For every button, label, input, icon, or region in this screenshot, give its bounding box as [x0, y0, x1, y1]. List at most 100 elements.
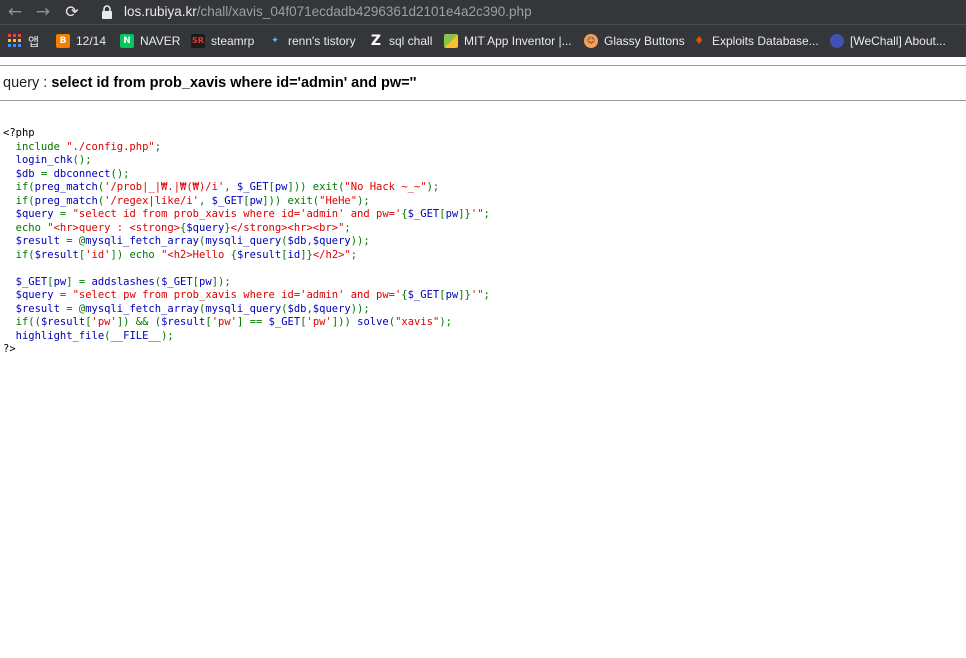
bookmark-label: steamrp [211, 34, 255, 48]
code-token: mysqli_query [205, 235, 282, 247]
query-sql: select id from prob_xavis where id='admi… [51, 75, 417, 91]
code-token: , [224, 181, 237, 193]
code-token: ]) && ( [116, 316, 162, 328]
code-token: ?> [3, 343, 16, 355]
bookmark-label: Glassy Buttons [604, 34, 685, 48]
forward-icon[interactable]: → [32, 2, 54, 22]
code-line: if($result['id']) echo "<h2>Hello {$resu… [3, 249, 490, 263]
code-token: pw [199, 275, 212, 288]
reload-icon[interactable]: ⟳ [61, 2, 83, 22]
code-token: $query [312, 235, 351, 247]
code-token: $db [287, 302, 307, 315]
bookmark-apps[interactable]: 앱 [8, 25, 39, 57]
code-token: if( [3, 181, 35, 193]
code-token: ]) echo [110, 248, 162, 261]
code-token: </strong><hr><br>" [230, 221, 345, 234]
bookmark-naver[interactable]: N NAVER [120, 25, 180, 57]
code-token: if( [3, 194, 35, 207]
code-token: $db [3, 167, 41, 180]
bookmark-sql-chall[interactable]: Z sql chall [369, 25, 432, 57]
code-line: $_GET[pw] = addslashes($_GET[pw]); [3, 276, 490, 290]
code-token: = [59, 289, 73, 301]
bookmark-exploit-db[interactable]: ♦ Exploits Database... [692, 25, 819, 57]
bottom-divider [0, 100, 966, 101]
code-line: $query = "select id from prob_xavis wher… [3, 208, 490, 222]
glassy-buttons-icon: ☺ [584, 34, 598, 48]
browser-address-bar: ← → ⟳ los.rubiya.kr/chall/xavis_04f071ec… [0, 0, 966, 24]
bookmark-label: [WeChall] About... [850, 34, 946, 48]
code-token: "select id from prob_xavis where id='adm… [72, 208, 402, 220]
code-token: 'pw' [211, 316, 237, 328]
code-token: addslashes [91, 275, 155, 288]
code-token: $_GET [407, 208, 440, 220]
code-token: $result [161, 316, 206, 328]
code-token: "No Hack ~_~" [344, 181, 427, 193]
code-line: <?php [3, 127, 490, 141]
code-token: mysqli_fetch_array [85, 235, 199, 247]
lock-icon [102, 5, 112, 19]
bookmark-wechall[interactable]: [WeChall] About... [830, 25, 946, 57]
code-token: ; [483, 289, 490, 301]
bookmark-label: MIT App Inventor |... [464, 34, 572, 48]
code-token: )); [350, 302, 370, 315]
code-line: $result = @mysqli_fetch_array(mysqli_que… [3, 303, 490, 317]
code-token: ]} [458, 289, 471, 301]
code-token: = [40, 167, 54, 180]
z-icon: Z [370, 33, 382, 49]
code-token: = [59, 208, 73, 220]
code-token: mysqli_query [205, 302, 282, 315]
code-token: pw [53, 275, 67, 288]
bookmark-app-inventor[interactable]: MIT App Inventor |... [444, 25, 572, 57]
code-token: ])) exit( [262, 194, 320, 207]
code-token: (); [72, 154, 92, 166]
back-icon[interactable]: ← [4, 2, 26, 22]
code-token: include [3, 140, 67, 153]
code-token: '/prob|_|₩.|₩(₩)/i' [104, 181, 225, 193]
bookmarks-bar: 앱 B 12/14 N NAVER SR steamrp ✦ renn's ti… [0, 24, 966, 57]
code-token: '/regex|like/i' [104, 194, 199, 207]
bookmark-steamrp[interactable]: SR steamrp [191, 25, 254, 57]
code-token: "./config.php" [66, 140, 155, 153]
code-token: pw [249, 194, 263, 207]
code-token: if(( [3, 316, 41, 328]
code-token: ); [161, 329, 174, 342]
code-token: dbconnect [53, 167, 111, 180]
tistory-icon: ✦ [271, 36, 279, 46]
query-label: query : [3, 75, 52, 91]
code-token: 'id' [85, 248, 111, 261]
bookmark-label: Exploits Database... [712, 34, 819, 48]
code-token: $_GET [407, 289, 440, 301]
code-token: $result [40, 316, 86, 328]
bookmark-glassy-buttons[interactable]: ☺ Glassy Buttons [584, 25, 685, 57]
code-token: '" [470, 208, 484, 220]
code-token: ])) exit( [287, 181, 345, 193]
code-line: highlight_file(__FILE__); [3, 330, 490, 344]
code-token: )); [350, 235, 370, 247]
url-field[interactable]: los.rubiya.kr/chall/xavis_04f071ecdadb42… [124, 4, 532, 20]
url-path: /chall/xavis_04f071ecdadb4296361d2101e4a… [196, 4, 532, 19]
bookmark-blogger[interactable]: B 12/14 [56, 25, 106, 57]
code-token: pw [274, 181, 288, 193]
code-token: mysqli_fetch_array [85, 302, 199, 315]
code-token: "<h2>Hello [161, 248, 231, 261]
code-line: $query = "select pw from prob_xavis wher… [3, 289, 490, 303]
bookmark-tistory[interactable]: ✦ renn's tistory [268, 25, 355, 57]
code-line: $result = @mysqli_fetch_array(mysqli_que… [3, 235, 490, 249]
code-line: if(($result['pw']) && ($result['pw'] == … [3, 316, 490, 330]
code-token: '" [470, 289, 484, 301]
code-line: ?> [3, 343, 490, 357]
code-token: ); [439, 316, 452, 328]
code-token: $query [312, 302, 351, 315]
code-token: $query [3, 289, 60, 301]
code-token: ; [344, 221, 351, 234]
code-token: 'pw' [91, 316, 117, 328]
wechall-icon [830, 34, 844, 48]
code-token: ; [483, 208, 490, 220]
code-token: "HeHe" [319, 194, 358, 207]
code-token: $_GET [236, 181, 269, 193]
bookmark-label: 앱 [28, 34, 40, 49]
code-token: <?php [3, 127, 35, 139]
code-token: pw [445, 208, 459, 220]
code-token: $result [236, 248, 282, 261]
code-token: solve [357, 316, 389, 328]
